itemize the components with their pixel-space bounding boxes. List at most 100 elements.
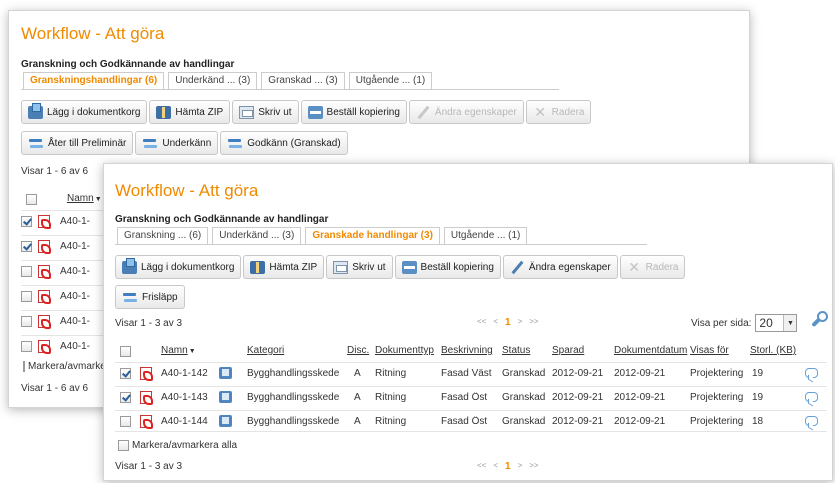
table-row[interactable]: A40-1- [21, 210, 105, 232]
pager-prev[interactable]: < [493, 461, 498, 472]
table-row[interactable]: A40-1-143 Bygghandlingsskede A Ritning F… [115, 386, 827, 408]
cell-name[interactable]: A40-1-143 [161, 392, 208, 403]
approve-button[interactable]: Godkänn (Granskad) [220, 131, 348, 155]
delete-button[interactable]: ✕ Radera [619, 255, 686, 279]
chevron-down-icon: ▼ [783, 315, 797, 331]
cell-name[interactable]: A40-1-144 [161, 416, 208, 427]
pager-first[interactable]: << [477, 461, 486, 472]
table-row[interactable]: A40-1-142 Bygghandlingsskede A Ritning F… [115, 362, 827, 384]
table-row[interactable]: A40-1- [21, 310, 105, 332]
reject-button[interactable]: Underkänn [135, 131, 219, 155]
pager-prev[interactable]: < [493, 317, 498, 328]
delete-button[interactable]: ✕ Radera [525, 100, 592, 124]
edit-icon[interactable] [219, 391, 232, 403]
column-header-kategori[interactable]: Kategori [247, 345, 284, 356]
cell-beskrivning: Fasad Öst [441, 416, 488, 427]
edit-icon[interactable] [219, 415, 232, 427]
release-button[interactable]: Frisläpp [115, 285, 185, 309]
tab-granskningshandlingar[interactable]: Granskningshandlingar (6) [23, 72, 165, 89]
pdf-icon [140, 415, 153, 429]
cell-beskrivning: Fasad Väst [441, 368, 492, 379]
download-zip-button[interactable]: Hämta ZIP [243, 255, 325, 279]
order-copy-button[interactable]: Beställ kopiering [394, 255, 501, 279]
tab-utgaende[interactable]: Utgående ... (1) [348, 72, 433, 89]
pager-last[interactable]: >> [529, 317, 538, 328]
row-checkbox[interactable] [120, 416, 131, 427]
per-page-select[interactable]: 20 ▼ [755, 314, 798, 332]
pager-next[interactable]: > [518, 461, 523, 472]
front-workflow-panel: Workflow - Att göra Granskning och Godkä… [103, 163, 833, 481]
back-to-preliminary-button[interactable]: Åter till Preliminär [21, 131, 134, 155]
comment-icon[interactable] [805, 392, 818, 402]
sort-desc-icon: ▼ [188, 348, 196, 355]
pager-last[interactable]: >> [529, 461, 538, 472]
tab-underkand[interactable]: Underkänd ... (3) [168, 72, 258, 89]
cell-status: Granskad [502, 368, 546, 379]
column-header-sparad[interactable]: Sparad [552, 345, 584, 356]
print-button[interactable]: Skriv ut [232, 100, 299, 124]
tab-bar: Granskningshandlingar (6) Underkänd ... … [23, 72, 436, 89]
add-to-basket-button[interactable]: Lägg i dokumentkorg [115, 255, 242, 279]
column-header-dokumentdatum[interactable]: Dokumentdatum [614, 345, 687, 356]
order-copy-button[interactable]: Beställ kopiering [300, 100, 407, 124]
add-to-basket-button[interactable]: Lägg i dokumentkorg [21, 100, 148, 124]
pager-first[interactable]: << [477, 317, 486, 328]
page-title: Workflow - Att göra [115, 181, 259, 200]
edit-icon[interactable] [219, 367, 232, 379]
row-checkbox[interactable] [21, 316, 32, 327]
pager-current[interactable]: 1 [505, 317, 511, 328]
cell-dokumentdatum: 2012-09-21 [614, 368, 666, 379]
tab-utgaende[interactable]: Utgående ... (1) [443, 227, 528, 244]
table-row[interactable]: A40-1- [21, 285, 105, 307]
row-checkbox[interactable] [21, 241, 32, 252]
tab-underkand[interactable]: Underkänd ... (3) [212, 227, 302, 244]
column-header-visas-for[interactable]: Visas för [690, 345, 729, 356]
print-button[interactable]: Skriv ut [326, 255, 393, 279]
column-header-beskrivning[interactable]: Beskrivning [441, 345, 493, 356]
table-row[interactable]: A40-1-144 Bygghandlingsskede A Ritning F… [115, 410, 827, 432]
comment-icon[interactable] [805, 416, 818, 426]
arrows-icon [227, 137, 243, 150]
tab-granskade-handlingar[interactable]: Granskade handlingar (3) [305, 227, 440, 244]
select-all-checkbox-header[interactable] [120, 346, 131, 357]
row-checkbox[interactable] [21, 216, 32, 227]
pdf-icon [38, 240, 51, 254]
page-title: Workflow - Att göra [21, 24, 165, 43]
cell-storl: 18 [752, 416, 764, 427]
table-row[interactable]: A40-1- [21, 235, 105, 257]
column-header-disc[interactable]: Disc. [347, 345, 369, 356]
mark-all-toggle[interactable]: Markera/avmarkera alla [118, 440, 237, 451]
comment-icon[interactable] [805, 368, 818, 378]
pdf-icon [140, 367, 153, 381]
row-checkbox[interactable] [120, 392, 131, 403]
cell-storl: 19 [752, 368, 764, 379]
edit-properties-button[interactable]: Ändra egenskaper [408, 100, 524, 124]
delete-icon: ✕ [628, 258, 641, 275]
cell-status: Granskad [502, 392, 546, 403]
table-row[interactable]: A40-1- [21, 335, 105, 357]
edit-properties-button[interactable]: Ändra egenskaper [502, 255, 618, 279]
table-row[interactable]: A40-1- [21, 260, 105, 282]
column-header-storl[interactable]: Storl. (KB) [750, 345, 796, 356]
result-count-bottom: Visar 1 - 6 av 6 [21, 383, 89, 394]
pager-next[interactable]: > [518, 317, 523, 328]
column-header-status[interactable]: Status [502, 345, 530, 356]
download-zip-button[interactable]: Hämta ZIP [149, 100, 231, 124]
mark-all-toggle[interactable]: Markera/avmarkera alla [23, 361, 103, 372]
tab-granskning[interactable]: Granskning ... (6) [117, 227, 209, 244]
column-header-namn[interactable]: Namn▼ [67, 193, 102, 204]
cell-name[interactable]: A40-1-142 [161, 368, 208, 379]
row-checkbox[interactable] [120, 368, 131, 379]
cell-visas-for: Projektering [690, 416, 744, 427]
cell-sparad: 2012-09-21 [552, 416, 604, 427]
pager-current[interactable]: 1 [505, 461, 511, 472]
wrench-icon[interactable] [809, 311, 828, 328]
tab-granskad[interactable]: Granskad ... (3) [261, 72, 345, 89]
column-header-dokumenttyp[interactable]: Dokumenttyp [375, 345, 434, 356]
select-all-checkbox-header[interactable] [26, 194, 37, 205]
column-header-namn[interactable]: Namn▼ [161, 345, 196, 356]
pdf-icon [38, 340, 51, 354]
row-checkbox[interactable] [21, 341, 32, 352]
row-checkbox[interactable] [21, 291, 32, 302]
row-checkbox[interactable] [21, 266, 32, 277]
